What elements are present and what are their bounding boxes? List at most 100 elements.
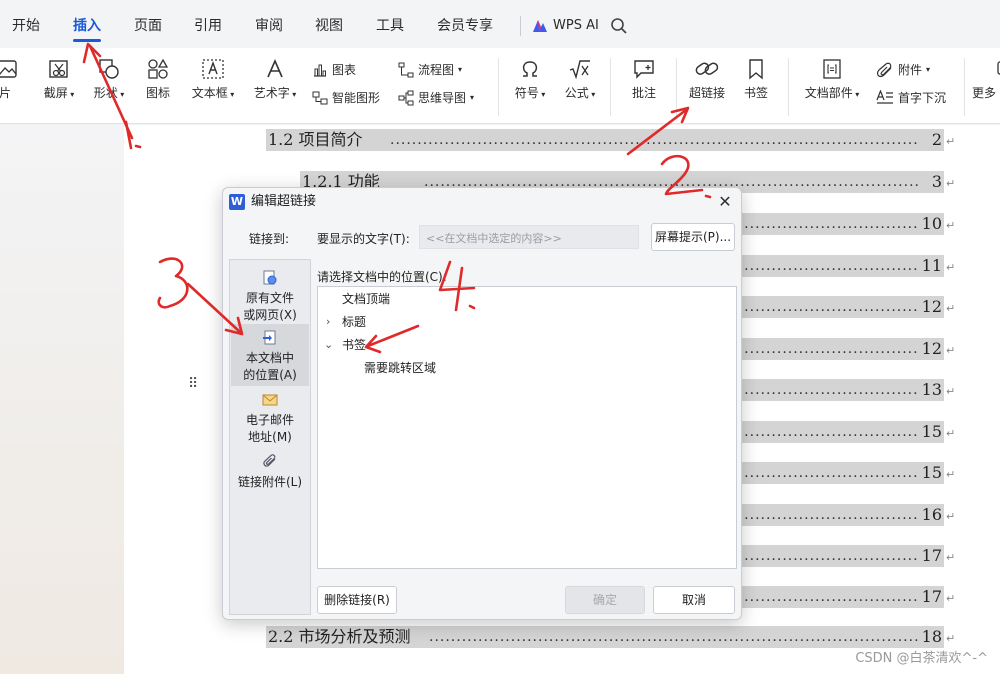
paperclip-icon [876,62,892,78]
hyperlink-label: 超链接 [688,86,725,100]
toc-page-number: 10 [921,214,942,233]
docparts-label: 文档部件 ▾ [804,86,860,100]
dropcap-icon [876,90,893,104]
shape-label: 形状 ▾ [93,86,125,100]
picture-icon [0,60,17,78]
screen-tip-button[interactable]: 屏幕提示(P)... [651,223,735,251]
picture-button[interactable]: 图片 [0,58,22,100]
smartart-icon [312,91,328,105]
textbox-button[interactable]: 文本框 ▾ [186,58,240,102]
tab-start[interactable]: 开始 [12,16,40,36]
hyperlink-button[interactable]: 超链接 [684,58,730,100]
toc-entry-title: 2.2 市场分析及预测 [268,627,411,646]
sqrt-formula-icon [569,60,590,80]
chevron-right-icon[interactable]: › [326,314,330,330]
link-type-file-web[interactable]: 原有文件 或网页(X) [231,270,309,326]
paragraph-mark-icon: ↵ [946,632,956,645]
paragraph-mark-icon: ↵ [946,302,956,315]
wordart-button[interactable]: 艺术字 ▾ [248,58,302,102]
paragraph-mark-icon: ↵ [946,468,956,481]
cancel-button[interactable]: 取消 [653,586,735,614]
screenshot-icon [49,60,68,78]
email-icon [262,394,278,406]
ribbon-divider [498,58,499,116]
drag-handle-icon[interactable]: ⠿ [188,377,198,391]
paragraph-mark-icon: ↵ [946,592,956,605]
dropcap-button[interactable]: 首字下沉 [876,90,946,106]
display-text-field[interactable]: <<在文档中选定的内容>> [419,225,639,249]
textbox-label: 文本框 ▾ [191,86,235,100]
tab-references[interactable]: 引用 [194,16,222,36]
wordart-icon [267,59,283,78]
smartart-button[interactable]: 智能图形 [312,90,380,106]
bookmark-label: 书签 [743,86,768,100]
tab-member[interactable]: 会员专享 [437,16,493,36]
ribbon-divider [788,58,789,116]
document-location-tree[interactable]: 文档顶端 › 标题 ⌄ 书签 需要跳转区域 [317,286,737,569]
tab-insert[interactable]: 插入 [73,16,101,42]
flowchart-icon [398,62,414,78]
wps-ai-button[interactable]: WPS AI [532,16,599,36]
comment-button[interactable]: 批注 [624,58,664,100]
tab-tools[interactable]: 工具 [376,16,404,36]
file-web-icon [263,270,277,285]
link-chain-icon [695,62,719,75]
bookmark-icon [749,59,763,80]
tree-item-bookmarks[interactable]: 书签 [342,337,366,353]
symbol-label: 符号 ▾ [514,86,546,100]
comment-icon [634,60,654,79]
attachment-button[interactable]: 附件 ▾ [876,62,930,78]
flowchart-button[interactable]: 流程图 ▾ [398,62,462,78]
ribbon-divider [964,58,965,116]
toc-entry[interactable]: 1.2 项目简介................................… [266,129,944,151]
link-type-attachment[interactable]: 链接附件(L) [231,454,309,496]
search-icon[interactable] [610,17,628,35]
toc-page-number: 18 [921,627,942,646]
shape-button[interactable]: 形状 ▾ [88,58,130,102]
formula-button[interactable]: 公式 ▾ [558,58,602,102]
ok-button[interactable]: 确定 [565,586,645,614]
tab-review[interactable]: 审阅 [255,16,283,36]
toc-leader-dots: ........................................… [429,629,918,645]
toc-page-number: 17 [921,587,942,606]
paragraph-mark-icon: ↵ [946,510,956,523]
mindmap-label: 思维导图 [418,91,467,105]
chevron-down-icon[interactable]: ⌄ [324,337,333,353]
screenshot-label: 截屏 ▾ [43,86,75,100]
flowchart-label: 流程图 [418,63,455,77]
document-place-icon [263,330,276,345]
symbol-button[interactable]: 符号 ▾ [508,58,552,102]
formula-label: 公式 ▾ [564,86,596,100]
mindmap-button[interactable]: 思维导图 ▾ [398,90,474,106]
choose-location-label: 请选择文档中的位置(C): [317,270,447,284]
close-icon[interactable]: ✕ [715,192,735,212]
toc-entry[interactable]: 2.2 市场分析及预测.............................… [266,626,944,648]
toc-page-number: 15 [921,463,942,482]
more-button[interactable]: 更多 [972,58,1000,100]
chart-button[interactable]: 图表 [312,62,356,78]
tree-item-headings[interactable]: 标题 [342,314,366,330]
mindmap-icon [398,90,414,106]
paragraph-mark-icon: ↵ [946,177,956,190]
icons-library-icon [148,58,169,79]
tree-item-bookmark-target[interactable]: 需要跳转区域 [364,360,436,376]
textbox-icon [202,59,224,79]
link-type-sidebar: 原有文件 或网页(X) 本文档中 的位置(A) 电子邮件 地址(M) 链接附件(… [229,259,311,615]
screenshot-button[interactable]: 截屏 ▾ [38,58,80,102]
delete-link-button[interactable]: 删除链接(R) [317,586,397,614]
link-type-this-document[interactable]: 本文档中 的位置(A) [231,324,309,386]
tab-page[interactable]: 页面 [134,16,162,36]
tree-item-doc-top[interactable]: 文档顶端 [342,291,390,307]
wordart-label: 艺术字 ▾ [253,86,297,100]
icons-button[interactable]: 图标 [140,58,176,100]
display-text-label: 要显示的文字(T): [317,232,410,246]
omega-symbol-icon [522,61,538,77]
bookmark-button[interactable]: 书签 [738,58,774,100]
comment-label: 批注 [631,86,656,100]
dialog-title: 编辑超链接 [251,194,317,209]
tab-view[interactable]: 视图 [315,16,343,36]
link-type-email[interactable]: 电子邮件 地址(M) [231,392,309,448]
docparts-button[interactable]: 文档部件 ▾ [798,58,866,102]
toc-page-number: 13 [921,380,942,399]
toc-page-number: 12 [921,339,942,358]
